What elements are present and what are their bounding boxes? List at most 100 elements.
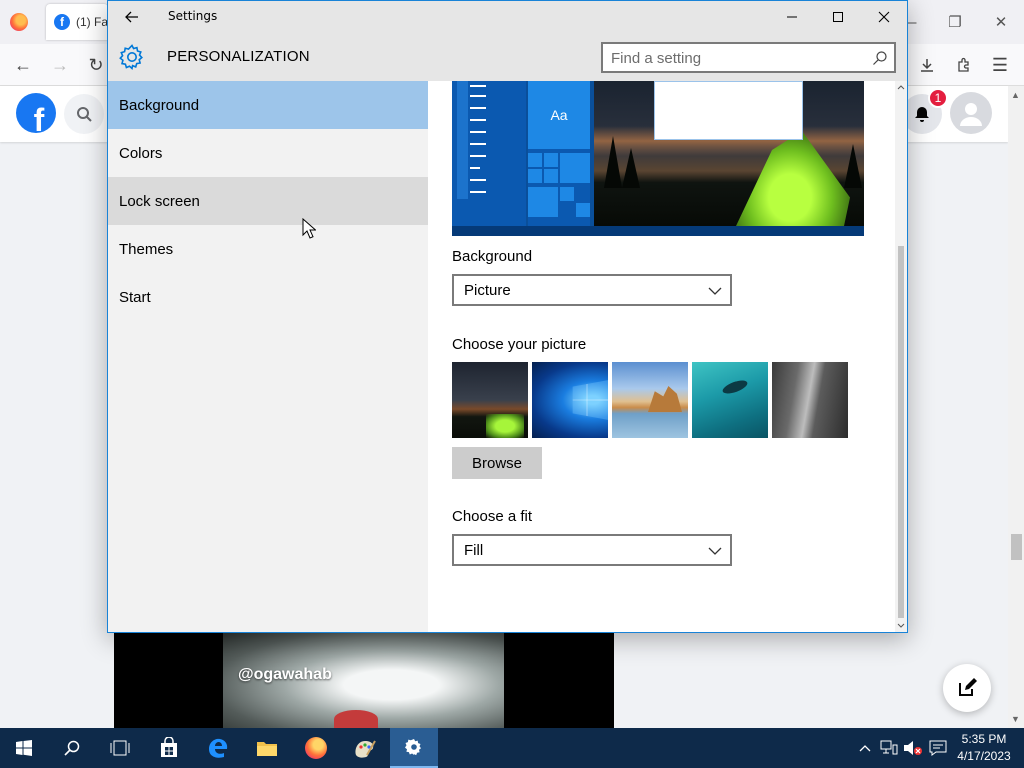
facebook-logo[interactable]: f: [16, 93, 56, 133]
notification-icon: [929, 740, 947, 756]
facebook-profile-avatar[interactable]: [950, 92, 992, 134]
settings-scroll-thumb[interactable]: [898, 246, 904, 618]
folder-icon: [257, 742, 277, 756]
picture-thumbnail-tent[interactable]: [452, 362, 528, 438]
preview-tile: [528, 187, 558, 217]
browser-extensions-icon[interactable]: [951, 52, 977, 78]
preview-tile: [528, 153, 542, 167]
task-view-button[interactable]: [96, 728, 144, 768]
preview-menu-line: [470, 179, 486, 181]
gear-icon: [119, 44, 143, 71]
preview-tile: [560, 153, 590, 183]
picture-thumbnail-beach[interactable]: [612, 362, 688, 438]
sidebar-item-themes[interactable]: Themes: [108, 225, 428, 273]
taskbar-settings-app[interactable]: [390, 728, 438, 768]
browser-restore-icon[interactable]: ❐: [932, 0, 978, 44]
facebook-search-button[interactable]: [64, 94, 104, 134]
preview-start-menu: [452, 81, 526, 226]
scroll-up-icon[interactable]: [896, 82, 906, 92]
minimize-button[interactable]: [769, 1, 815, 33]
preview-tree: [622, 148, 640, 188]
network-button[interactable]: [878, 728, 900, 768]
preview-tile: [544, 153, 558, 167]
search-icon[interactable]: [872, 50, 888, 66]
browser-menu-icon[interactable]: ☰: [987, 52, 1013, 78]
picture-thumbnail-rock[interactable]: [772, 362, 848, 438]
search-box[interactable]: [601, 42, 896, 73]
background-dropdown[interactable]: Picture: [452, 274, 732, 306]
preview-start-rail: [457, 81, 468, 199]
taskbar-edge-app[interactable]: [194, 728, 242, 768]
browser-tab-facebook[interactable]: f (1) Fa: [46, 4, 108, 40]
sidebar-item-label: Themes: [119, 240, 174, 258]
window-title: Settings: [168, 9, 218, 23]
video-handle: @ogawahab: [238, 666, 332, 683]
browser-forward-icon[interactable]: →: [47, 52, 73, 78]
taskbar-file-explorer-app[interactable]: [243, 728, 291, 768]
preview-tile: [528, 169, 542, 183]
browser-back-icon[interactable]: ←: [10, 52, 36, 78]
maximize-button[interactable]: [815, 1, 861, 33]
sidebar-item-background[interactable]: Background: [108, 81, 428, 129]
choose-fit-label: Choose a fit: [452, 508, 533, 525]
choose-picture-label: Choose your picture: [452, 336, 587, 353]
taskbar-paint-app[interactable]: [341, 728, 389, 768]
browser-reload-icon[interactable]: ↻: [83, 52, 109, 78]
user-icon: [960, 103, 982, 126]
search-icon: [77, 107, 92, 122]
video-post[interactable]: @ogawahab: [114, 632, 614, 728]
page-scrollbar[interactable]: ▲ ▼: [1008, 86, 1024, 728]
facebook-favicon-icon: f: [54, 14, 70, 30]
show-hidden-icons-button[interactable]: [854, 728, 876, 768]
gear-icon: [405, 739, 421, 756]
taskbar-store-app[interactable]: [145, 728, 193, 768]
sidebar-item-label: Start: [119, 288, 151, 306]
fit-dropdown[interactable]: Fill: [452, 534, 732, 566]
minimize-icon: [787, 16, 797, 18]
picture-thumbnail-windows[interactable]: [532, 362, 608, 438]
volume-button[interactable]: [902, 728, 924, 768]
scroll-down-icon[interactable]: ▼: [1011, 714, 1020, 724]
scroll-down-icon[interactable]: [896, 621, 906, 631]
page-scroll-thumb[interactable]: [1011, 534, 1022, 560]
taskbar-search-button[interactable]: [48, 728, 96, 768]
notification-badge: 1: [928, 88, 948, 108]
preview-tile-aa: Aa: [528, 81, 590, 149]
preview-menu-line: [470, 107, 486, 109]
settings-header: PERSONALIZATION: [108, 33, 907, 81]
browser-close-icon[interactable]: ✕: [978, 0, 1024, 44]
browser-downloads-icon[interactable]: [914, 52, 940, 78]
start-button[interactable]: [0, 728, 48, 768]
action-center-button[interactable]: [926, 728, 950, 768]
search-input[interactable]: [611, 48, 867, 68]
picture-thumbnail-underwater[interactable]: [692, 362, 768, 438]
new-message-button[interactable]: [943, 664, 991, 712]
preview-menu-line: [470, 191, 486, 193]
video-object: [334, 710, 378, 728]
system-clock[interactable]: 5:35 PM 4/17/2023: [952, 731, 1016, 765]
preview-menu-line: [470, 167, 480, 169]
close-button[interactable]: [861, 1, 907, 33]
preview-menu-line: [470, 85, 486, 87]
preview-tile: [576, 203, 590, 217]
sidebar-item-lock-screen[interactable]: Lock screen: [108, 177, 428, 225]
preview-menu-line: [470, 155, 486, 157]
sidebar-item-label: Background: [119, 96, 200, 114]
preview-menu-line: [470, 131, 486, 133]
sidebar-item-colors[interactable]: Colors: [108, 129, 428, 177]
settings-scrollbar[interactable]: [895, 81, 907, 632]
clock-date: 4/17/2023: [957, 749, 1011, 763]
page-title: PERSONALIZATION: [167, 48, 310, 65]
background-settings-panel: Aa Background Picture Choose your pictur…: [428, 81, 907, 632]
taskbar: 5:35 PM 4/17/2023: [0, 728, 1024, 768]
edge-icon: [209, 738, 228, 758]
sidebar-item-start[interactable]: Start: [108, 273, 428, 321]
windows-logo-icon: [16, 740, 32, 756]
scroll-up-icon[interactable]: ▲: [1011, 90, 1020, 100]
back-button[interactable]: [118, 5, 146, 29]
preview-menu-line: [470, 119, 486, 121]
fit-dropdown-value: Fill: [464, 541, 484, 559]
window-controls: [769, 1, 907, 33]
browse-button[interactable]: Browse: [452, 447, 542, 479]
taskbar-firefox-app[interactable]: [292, 728, 340, 768]
